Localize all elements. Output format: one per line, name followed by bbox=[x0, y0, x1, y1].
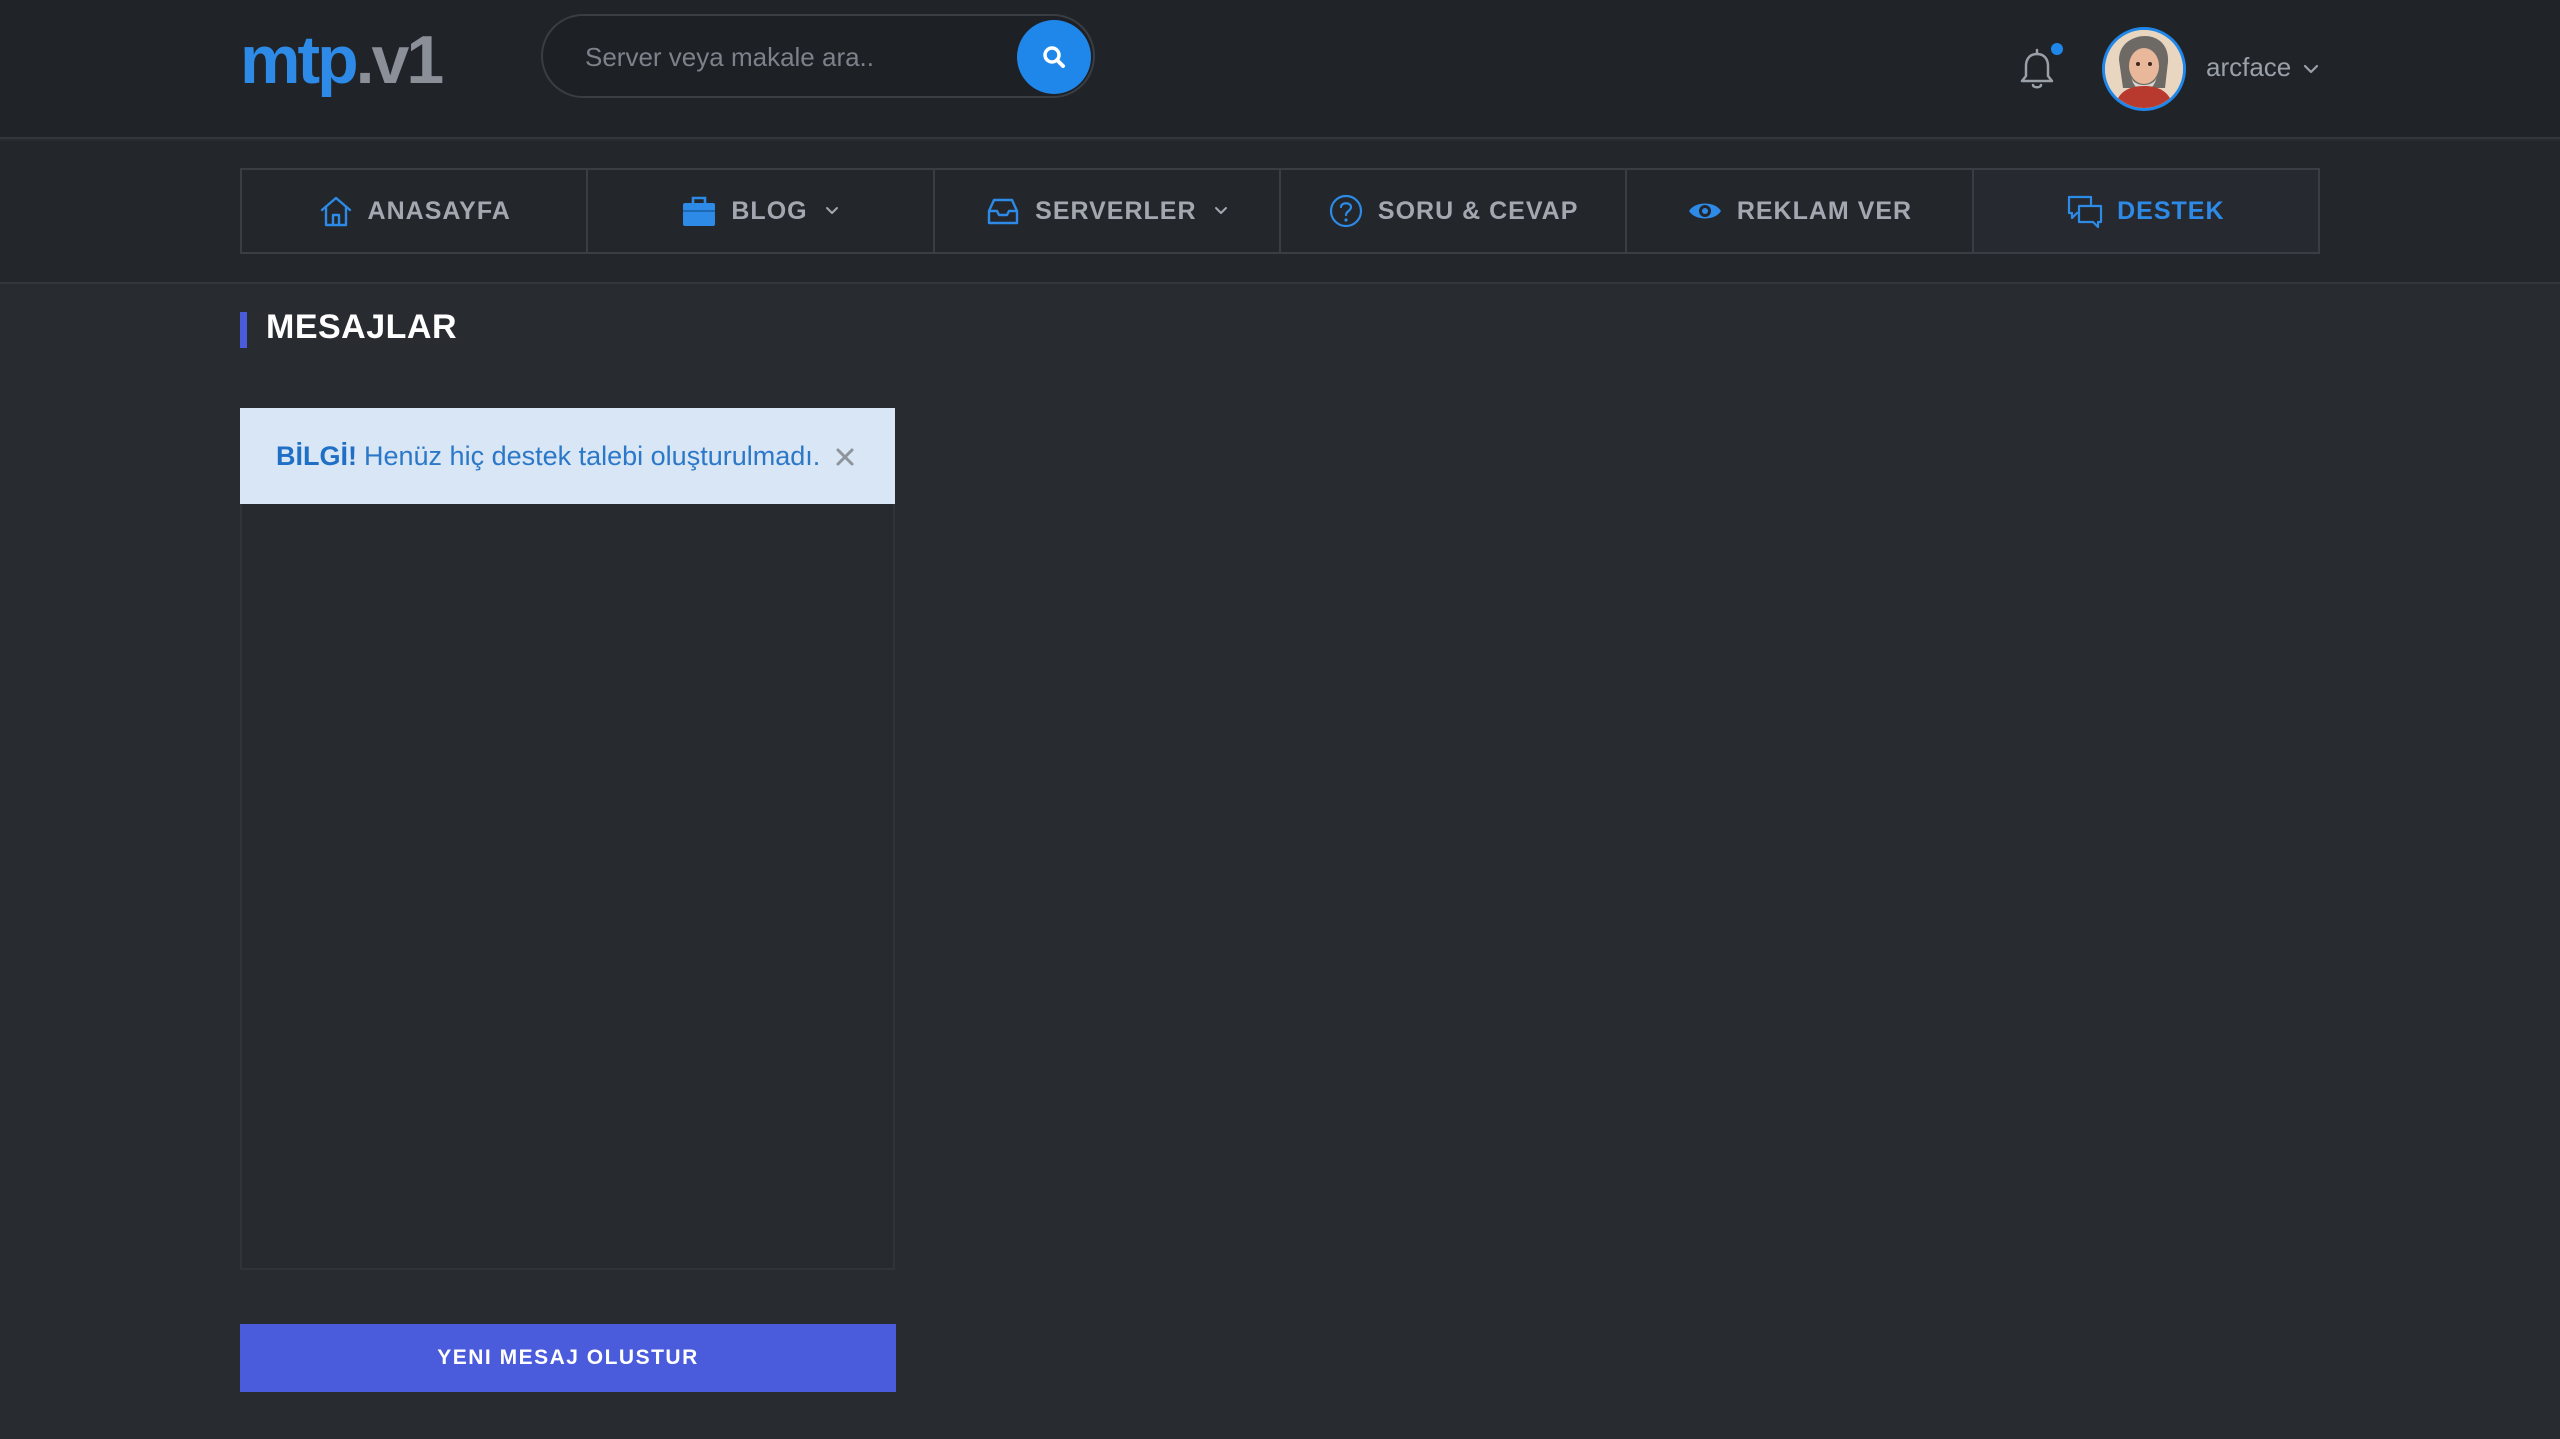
inbox-icon bbox=[987, 198, 1019, 225]
question-icon bbox=[1329, 194, 1363, 228]
nav-item-reklam-ver[interactable]: REKLAM VER bbox=[1627, 170, 1974, 252]
main-menu: ANASAYFA BLOG SERVERLER SORU & CEVAP REK… bbox=[240, 168, 2320, 254]
alert-message: Henüz hiç destek talebi oluşturulmadı. bbox=[364, 440, 821, 471]
search-button[interactable] bbox=[1017, 20, 1091, 94]
avatar[interactable] bbox=[2102, 27, 2186, 111]
top-header: mtp.v1 arcface bbox=[0, 0, 2560, 139]
new-message-button[interactable]: YENI MESAJ OLUSTUR bbox=[240, 1324, 896, 1392]
logo-main-text: mtp bbox=[240, 22, 359, 98]
nav-label-serverler: SERVERLER bbox=[1035, 196, 1197, 225]
logo-suffix-text: .v1 bbox=[355, 22, 445, 98]
info-alert: BİLGİ! Henüz hiç destek talebi oluşturul… bbox=[240, 408, 895, 504]
nav-label-destek: DESTEK bbox=[2117, 196, 2225, 225]
nav-label-anasayfa: ANASAYFA bbox=[367, 196, 511, 225]
chevron-down-icon bbox=[1214, 207, 1227, 214]
nav-item-destek[interactable]: DESTEK bbox=[1973, 170, 2318, 252]
close-icon[interactable] bbox=[834, 446, 856, 468]
nav-item-anasayfa[interactable]: ANASAYFA bbox=[242, 170, 589, 252]
alert-strong-label: BİLGİ! bbox=[276, 440, 357, 471]
page-title: MESAJLAR bbox=[266, 308, 458, 346]
search-icon bbox=[1043, 46, 1065, 68]
avatar-image bbox=[2105, 30, 2183, 108]
nav-label-soru-cevap: SORU & CEVAP bbox=[1377, 196, 1579, 225]
messages-panel bbox=[240, 408, 895, 1270]
chevron-down-icon bbox=[825, 207, 838, 214]
nav-label-reklam-ver: REKLAM VER bbox=[1736, 196, 1913, 225]
chevron-down-icon[interactable] bbox=[2302, 62, 2320, 76]
nav-item-blog[interactable]: BLOG bbox=[588, 170, 935, 252]
eye-icon bbox=[1688, 203, 1721, 219]
nav-bar: ANASAYFA BLOG SERVERLER SORU & CEVAP REK… bbox=[0, 141, 2560, 284]
nav-label-blog: BLOG bbox=[731, 196, 808, 225]
username[interactable]: arcface bbox=[2206, 52, 2291, 83]
home-icon bbox=[320, 196, 351, 227]
search-input[interactable] bbox=[583, 36, 1023, 78]
search-box bbox=[541, 14, 1095, 98]
chat-icon bbox=[2067, 195, 2103, 229]
title-accent-bar bbox=[240, 312, 247, 348]
nav-item-soru-cevap[interactable]: SORU & CEVAP bbox=[1281, 170, 1628, 252]
site-logo[interactable]: mtp.v1 bbox=[240, 22, 445, 98]
notification-dot bbox=[2051, 43, 2063, 55]
bell-icon[interactable] bbox=[2017, 48, 2057, 92]
briefcase-icon bbox=[683, 196, 716, 226]
nav-item-serverler[interactable]: SERVERLER bbox=[935, 170, 1281, 252]
